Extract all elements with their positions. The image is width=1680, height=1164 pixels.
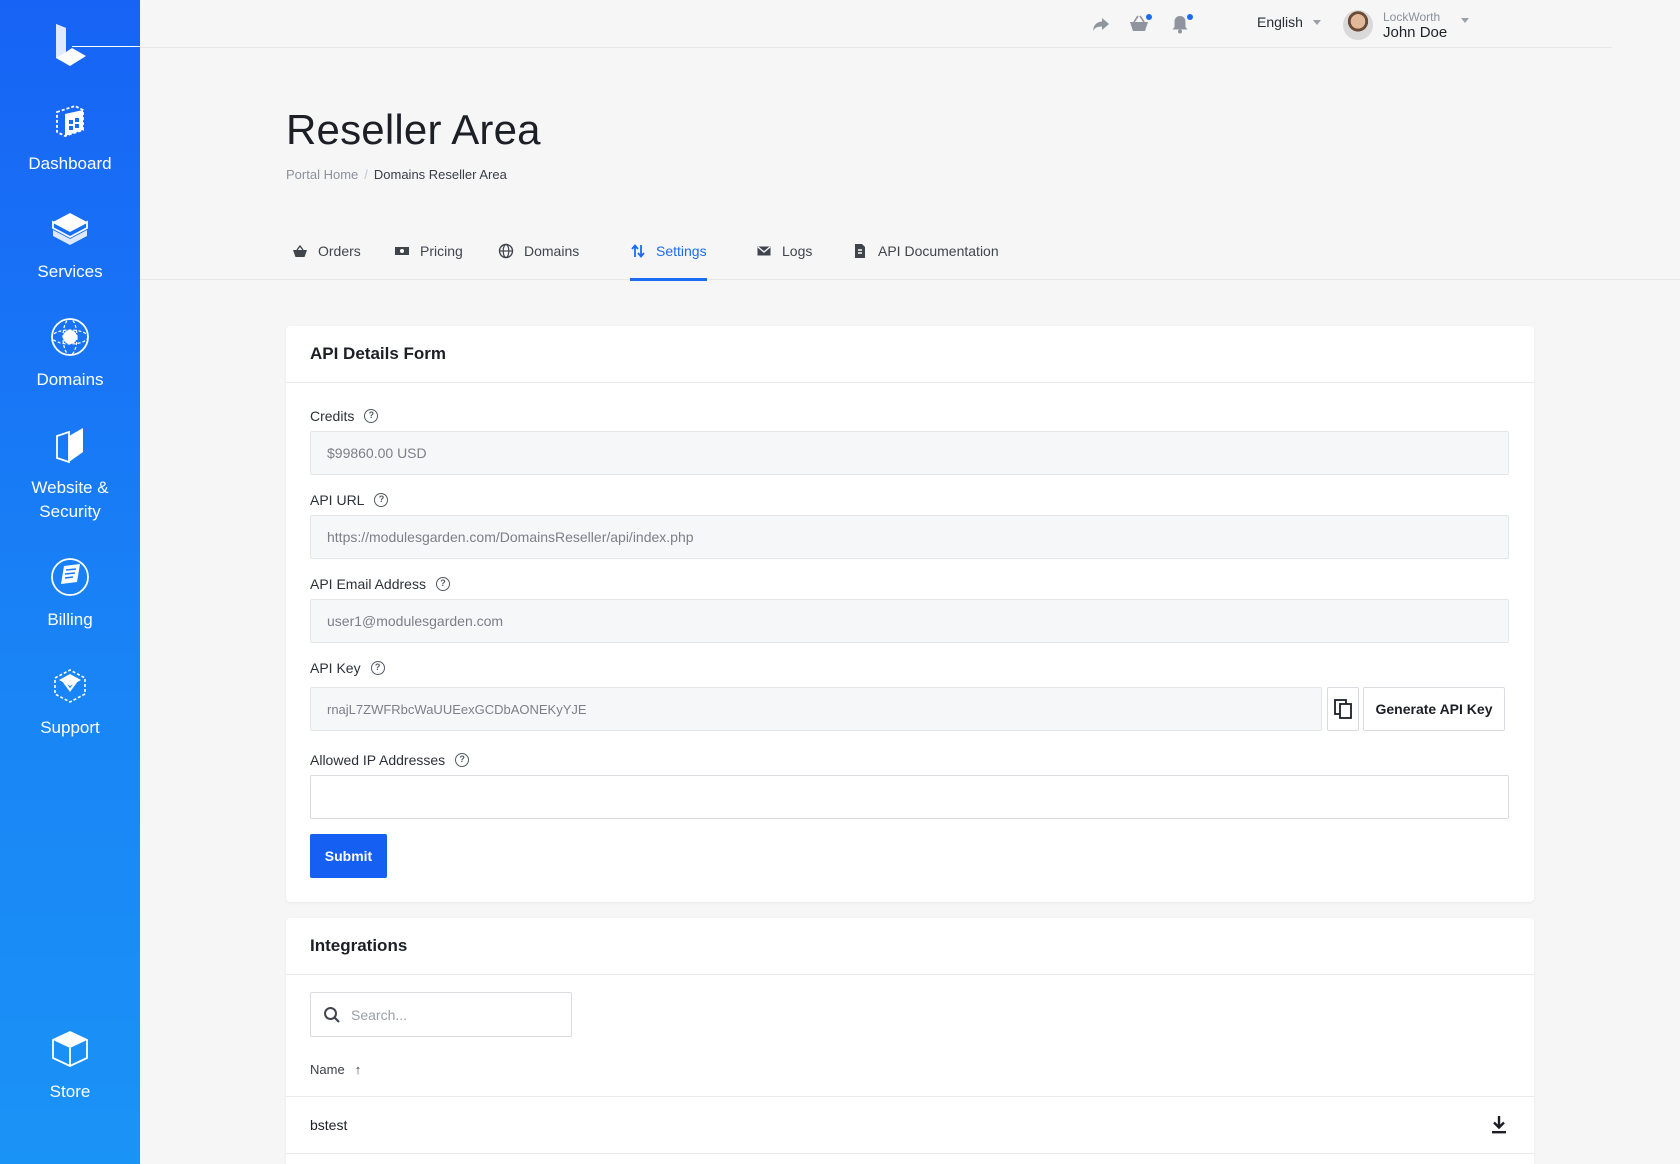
bell-icon[interactable]	[1169, 13, 1193, 35]
dashboard-icon	[56, 105, 84, 137]
sidebar-item-billing[interactable]: Billing	[0, 556, 140, 632]
download-icon[interactable]	[1490, 1115, 1508, 1135]
sidebar-item-support[interactable]: Support	[0, 664, 140, 740]
api-url-label: API URL ?	[310, 492, 389, 508]
tab-label: Orders	[318, 243, 361, 259]
shield-book-icon	[56, 428, 83, 464]
notification-dot	[1146, 14, 1152, 20]
breadcrumb-current: Domains Reseller Area	[373, 167, 507, 182]
sidebar-item-label: Support	[40, 718, 100, 737]
sidebar-item-label: Dashboard	[28, 154, 112, 173]
support-box-icon	[54, 669, 86, 703]
card-title: Integrations	[286, 918, 1534, 975]
integrations-card: Integrations Name ↑ bstest	[286, 918, 1534, 1164]
sidebar-item-label: Services	[37, 262, 103, 281]
submit-button[interactable]: Submit	[310, 834, 387, 878]
user-menu[interactable]: LockWorth John Doe	[1343, 8, 1470, 42]
user-name: John Doe	[1383, 24, 1448, 41]
chevron-down-icon	[1461, 17, 1470, 23]
tab-settings[interactable]: Settings	[630, 222, 707, 281]
sidebar-item-label: Website & Security	[31, 478, 109, 521]
card-title: API Details Form	[286, 326, 1534, 383]
help-icon[interactable]: ?	[364, 409, 379, 423]
globe-icon	[51, 318, 89, 356]
tab-label: API Documentation	[878, 243, 999, 259]
help-icon[interactable]: ?	[435, 577, 450, 591]
column-header-label: Name	[310, 1062, 345, 1077]
tab-bar: Orders Pricing Domains Settings Logs API…	[140, 222, 1680, 281]
breadcrumb-home-link[interactable]: Portal Home	[286, 167, 358, 182]
api-key-field: rnajL7ZWFRbcWaUUEexGCDbAONEKyYJE	[310, 687, 1322, 731]
tab-orders[interactable]: Orders	[292, 222, 361, 280]
notification-dot	[1187, 14, 1193, 20]
tab-label: Logs	[782, 243, 813, 259]
basket-icon[interactable]	[1128, 13, 1152, 35]
avatar	[1343, 10, 1373, 40]
api-url-field: https://modulesgarden.com/DomainsReselle…	[310, 515, 1509, 559]
money-icon	[395, 247, 409, 255]
share-icon[interactable]	[1090, 13, 1112, 35]
credits-field: $99860.00 USD	[310, 431, 1509, 475]
sidebar: Dashboard Services Domains Website & Secu…	[0, 0, 140, 1164]
tab-pricing[interactable]: Pricing	[394, 222, 463, 280]
language-selector[interactable]: English	[1257, 14, 1321, 30]
store-cube-icon	[52, 1031, 88, 1067]
search-box	[310, 992, 572, 1037]
help-icon[interactable]: ?	[370, 661, 385, 675]
basket-icon	[293, 244, 307, 257]
copy-api-key-button[interactable]	[1327, 687, 1359, 731]
brand-logo-icon[interactable]	[52, 22, 88, 68]
envelope-icon	[757, 246, 771, 256]
breadcrumb-separator: /	[364, 167, 368, 182]
top-bar: English LockWorth John Doe	[140, 0, 1612, 48]
search-icon	[324, 1006, 340, 1023]
table-row[interactable]: bstest	[286, 1096, 1534, 1154]
generate-api-key-button[interactable]: Generate API Key	[1363, 687, 1505, 731]
api-email-field: user1@modulesgarden.com	[310, 599, 1509, 643]
copy-icon	[1334, 699, 1352, 719]
tab-domains[interactable]: Domains	[498, 222, 579, 280]
tab-logs[interactable]: Logs	[756, 222, 812, 280]
tab-label: Pricing	[420, 243, 463, 259]
sidebar-item-label: Domains	[36, 370, 104, 389]
user-company: LockWorth	[1383, 10, 1441, 24]
sidebar-item-store[interactable]: Store	[0, 1028, 140, 1104]
sidebar-item-domains[interactable]: Domains	[0, 316, 140, 392]
tab-label: Settings	[656, 243, 707, 259]
sidebar-item-services[interactable]: Services	[0, 208, 140, 284]
column-header-name[interactable]: Name ↑	[310, 1062, 361, 1077]
logo-divider	[72, 46, 140, 47]
api-details-card: API Details Form Credits ? $99860.00 USD…	[286, 326, 1534, 902]
sidebar-item-dashboard[interactable]: Dashboard	[0, 100, 140, 176]
tab-api-documentation[interactable]: API Documentation	[852, 222, 999, 280]
language-label: English	[1257, 14, 1303, 30]
sidebar-item-label: Store	[49, 1082, 91, 1101]
page-title: Reseller Area	[286, 106, 541, 153]
api-email-label: API Email Address ?	[310, 576, 450, 592]
integration-name: bstest	[310, 1117, 348, 1133]
sidebar-item-website-security[interactable]: Website & Security	[0, 424, 140, 524]
tab-label: Domains	[524, 243, 580, 259]
allowed-ip-input[interactable]	[310, 775, 1509, 819]
search-input[interactable]	[351, 1006, 551, 1023]
allowed-ip-label: Allowed IP Addresses ?	[310, 752, 470, 768]
billing-icon	[51, 558, 89, 596]
credits-label: Credits ?	[310, 408, 379, 424]
stacked-layers-icon	[52, 213, 88, 245]
breadcrumb: Portal Home / Domains Reseller Area	[286, 167, 507, 182]
sort-arrows-icon	[631, 244, 645, 258]
help-icon[interactable]: ?	[455, 753, 470, 767]
help-icon[interactable]: ?	[374, 493, 389, 507]
api-key-label: API Key ?	[310, 660, 385, 676]
document-icon	[855, 244, 865, 258]
sort-arrow-up-icon: ↑	[354, 1062, 362, 1077]
sidebar-item-label: Billing	[47, 610, 93, 629]
chevron-down-icon	[1312, 19, 1321, 25]
globe-icon	[498, 243, 514, 259]
